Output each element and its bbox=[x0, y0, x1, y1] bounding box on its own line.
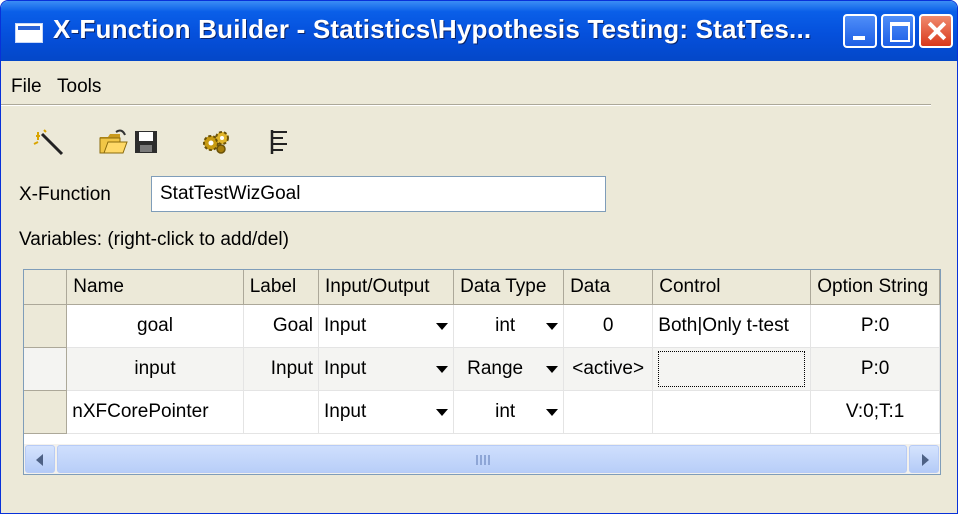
arrow-right-icon bbox=[922, 454, 929, 466]
chevron-down-icon[interactable] bbox=[436, 408, 449, 416]
cell-data[interactable] bbox=[563, 390, 654, 434]
scroll-right-button[interactable] bbox=[909, 445, 939, 473]
scrollbar-thumb[interactable] bbox=[57, 445, 907, 473]
chevron-down-icon[interactable] bbox=[436, 365, 449, 373]
xfunction-label: X-Function bbox=[19, 184, 111, 205]
minimize-button[interactable] bbox=[843, 14, 877, 48]
variables-grid[interactable]: Name Label Input/Output Data Type Data C… bbox=[23, 269, 941, 475]
chevron-down-icon[interactable] bbox=[436, 322, 449, 330]
menu-tools[interactable]: Tools bbox=[57, 76, 101, 98]
cell-input-output[interactable]: Input bbox=[318, 347, 455, 391]
xfunction-name-input[interactable] bbox=[151, 176, 606, 212]
cell-data-type[interactable]: int bbox=[453, 304, 565, 348]
column-header-data[interactable]: Data bbox=[563, 270, 654, 305]
xfunction-builder-window: X-Function Builder - Statistics\Hypothes… bbox=[0, 0, 958, 514]
chevron-down-icon[interactable] bbox=[546, 322, 559, 330]
column-header-input-output[interactable]: Input/Output bbox=[318, 270, 455, 305]
grid-header-row: Name Label Input/Output Data Type Data C… bbox=[24, 270, 940, 305]
cell-name[interactable]: input bbox=[66, 347, 244, 391]
gears-icon[interactable] bbox=[199, 125, 233, 159]
chevron-down-icon[interactable] bbox=[546, 408, 559, 416]
new-wizard-icon[interactable] bbox=[29, 125, 69, 159]
arrow-left-icon bbox=[36, 454, 43, 466]
row-header[interactable] bbox=[24, 304, 68, 348]
cell-input-output[interactable]: Input bbox=[318, 304, 455, 348]
column-header-control[interactable]: Control bbox=[652, 270, 812, 305]
title-bar[interactable]: X-Function Builder - Statistics\Hypothes… bbox=[1, 1, 957, 61]
corner-cell bbox=[24, 270, 68, 305]
open-folder-icon[interactable] bbox=[95, 125, 131, 159]
io-value: Input bbox=[324, 315, 367, 336]
io-value: Input bbox=[324, 358, 367, 379]
menu-bar: File Tools bbox=[2, 61, 956, 109]
scroll-left-button[interactable] bbox=[25, 445, 55, 473]
column-header-data-type[interactable]: Data Type bbox=[453, 270, 565, 305]
save-disk-icon[interactable] bbox=[131, 125, 161, 159]
window-title: X-Function Builder - Statistics\Hypothes… bbox=[53, 14, 812, 44]
close-button[interactable] bbox=[919, 14, 953, 48]
menu-separator bbox=[1, 104, 931, 106]
row-header[interactable] bbox=[24, 347, 68, 391]
horizontal-scrollbar[interactable] bbox=[24, 444, 940, 474]
cell-data-type[interactable]: Range bbox=[453, 347, 565, 391]
cell-data-type[interactable]: int bbox=[453, 390, 565, 434]
cell-data[interactable]: <active> bbox=[563, 347, 654, 391]
cell-option-string[interactable]: P:0 bbox=[810, 304, 940, 348]
grip-icon bbox=[476, 455, 490, 465]
menu-file[interactable]: File bbox=[11, 76, 42, 98]
cell-name[interactable]: nXFCorePointer bbox=[66, 390, 244, 434]
cell-control[interactable] bbox=[652, 347, 812, 391]
cell-option-string[interactable]: P:0 bbox=[810, 347, 940, 391]
cell-input-output[interactable]: Input bbox=[318, 390, 455, 434]
cell-name[interactable]: goal bbox=[66, 304, 244, 348]
column-header-name[interactable]: Name bbox=[66, 270, 244, 305]
row-header[interactable] bbox=[24, 390, 68, 434]
maximize-button[interactable] bbox=[881, 14, 915, 48]
table-row: goal Goal Input int 0 Both|Only t-test P… bbox=[24, 304, 940, 348]
cell-option-string[interactable]: V:0;T:1 bbox=[810, 390, 940, 434]
type-value: int bbox=[495, 401, 516, 422]
type-value: Range bbox=[467, 358, 524, 379]
column-header-label[interactable]: Label bbox=[243, 270, 320, 305]
cell-control[interactable]: Both|Only t-test bbox=[652, 304, 812, 348]
cell-label[interactable] bbox=[243, 390, 320, 434]
table-row: input Input Input Range <active> P:0 bbox=[24, 347, 940, 391]
io-value: Input bbox=[324, 401, 367, 422]
cell-label[interactable]: Input bbox=[243, 347, 320, 391]
cell-data[interactable]: 0 bbox=[563, 304, 654, 348]
control-edit-box[interactable] bbox=[658, 351, 806, 387]
variables-hint: Variables: (right-click to add/del) bbox=[19, 229, 289, 250]
chevron-down-icon[interactable] bbox=[546, 365, 559, 373]
cell-label[interactable]: Goal bbox=[243, 304, 320, 348]
column-header-option-string[interactable]: Option String bbox=[810, 270, 940, 305]
tree-view-icon[interactable] bbox=[267, 125, 293, 159]
app-window-icon bbox=[15, 23, 43, 43]
type-value: int bbox=[495, 315, 516, 336]
table-row: nXFCorePointer Input int V:0;T:1 bbox=[24, 390, 940, 434]
cell-control[interactable] bbox=[652, 390, 812, 434]
